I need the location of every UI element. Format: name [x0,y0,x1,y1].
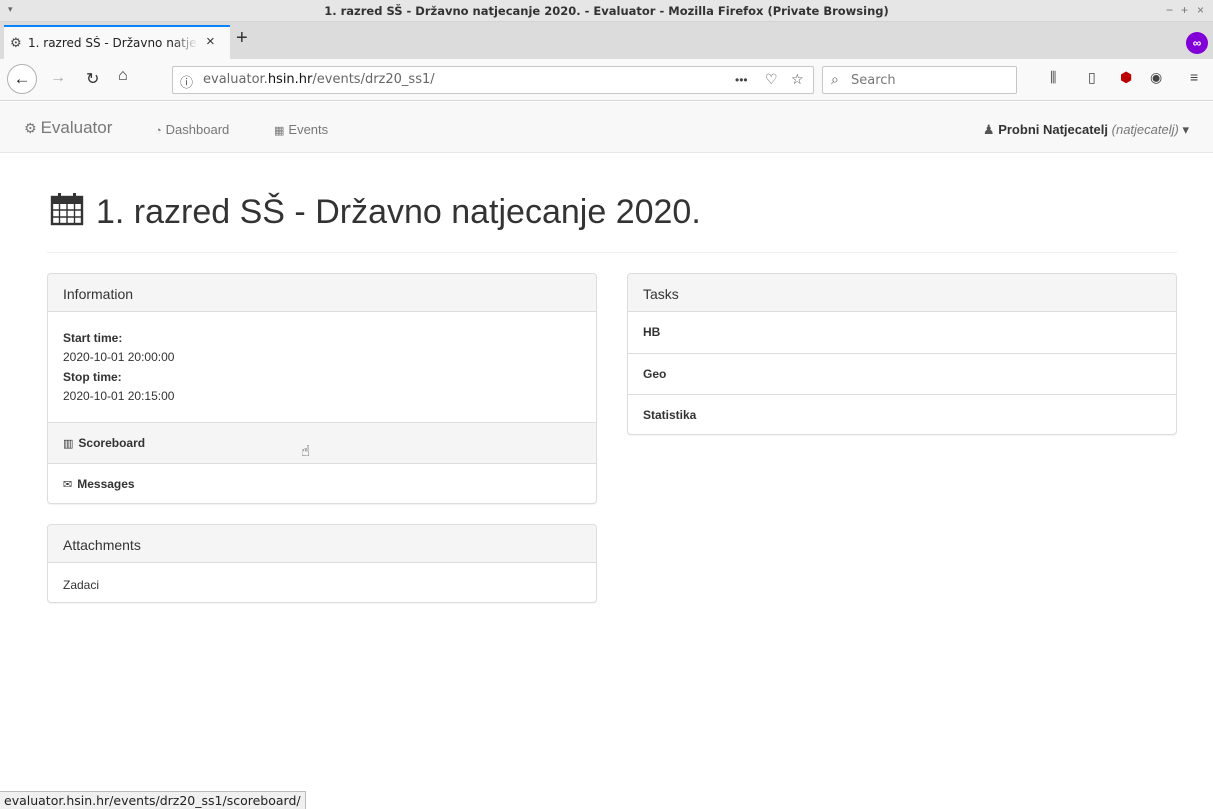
info-icon[interactable]: ⓘ [180,72,193,91]
tasks-panel: Tasks HB Geo Statistika [627,273,1177,435]
close-window-button[interactable]: × [1197,3,1204,17]
reload-button[interactable]: ↻ [86,69,99,89]
bookmark-star-icon[interactable]: ☆ [791,71,804,88]
nav-events[interactable]: ▦ Events [274,122,328,137]
forward-button[interactable]: → [50,69,66,87]
extension-icon[interactable]: ◉ [1150,69,1162,86]
app-navbar: ⚙ Evaluator ◔ Dashboard ▦ Events ♟ Probni N… [0,102,1213,153]
close-tab-button[interactable]: × [206,33,215,50]
page-title: 1. razred SŠ - Državno natjecanje 2020. [50,192,701,235]
envelope-icon: ✉ [63,479,73,491]
start-time-value: 2020-10-01 20:00:00 [63,350,175,364]
maximize-button[interactable]: + [1181,3,1188,17]
task-item-statistika[interactable]: Statistika [628,394,1176,434]
window-title: 1. razred SŠ - Državno natjecanje 2020. … [324,4,889,18]
user-icon: ♟ [982,122,995,137]
tab-active[interactable]: ⚙ 1. razred SŠ - Državno natjecanje 2020… [4,25,230,59]
cogs-icon: ⚙ [24,120,37,136]
link-status-bar: evaluator.hsin.hr/events/drz20_ss1/score… [0,791,306,809]
brand-link[interactable]: ⚙ Evaluator [24,118,112,138]
nav-dashboard[interactable]: ◔ Dashboard [155,122,229,137]
ublock-icon[interactable]: ⬢ [1120,69,1132,86]
hamburger-menu-icon[interactable]: ≡ [1190,69,1198,85]
task-item-hb[interactable]: HB [628,312,1176,353]
new-tab-button[interactable]: + [236,28,248,48]
cogs-icon: ⚙ [10,35,22,50]
title-divider [47,252,1177,253]
stop-time-label: Stop time: [63,370,122,384]
messages-link[interactable]: ✉ Messages [48,463,596,503]
calendar-icon [50,192,84,235]
stop-time-value: 2020-10-01 20:15:00 [63,389,175,403]
calendar-icon: ▦ [274,125,285,137]
panel-heading: Information [48,274,596,312]
window-titlebar: ▾ 1. razred SŠ - Državno natjecanje 2020… [0,0,1213,22]
panel-heading: Tasks [628,274,1176,312]
attachments-panel: Attachments Zadaci [47,524,597,603]
home-button[interactable]: ⌂ [118,67,128,85]
pocket-icon[interactable]: ♡ [765,71,778,88]
tab-title: 1. razred SŠ - Državno natjecanje 2020. [28,36,198,50]
panel-heading: Attachments [48,525,596,563]
sidebar-icon[interactable]: ▯ [1088,69,1096,86]
back-button[interactable]: ← [7,64,37,94]
scoreboard-link[interactable]: ▥ Scoreboard [48,422,596,463]
page-actions-icon[interactable]: ••• [735,73,748,87]
library-icon[interactable]: ⫼ [1050,69,1056,86]
url-text[interactable]: evaluator.hsin.hr/events/drz20_ss1/ [203,72,435,87]
bar-chart-icon: ▥ [63,438,74,450]
task-item-geo[interactable]: Geo [628,353,1176,394]
url-bar[interactable]: ⓘ evaluator.hsin.hr/events/drz20_ss1/ ••… [172,66,814,94]
minimize-button[interactable]: − [1166,3,1173,17]
hand-cursor-icon: ☝ [301,443,311,460]
tab-strip: ⚙ 1. razred SŠ - Državno natjecanje 2020… [0,22,1213,59]
user-menu[interactable]: ♟ Probni Natjecatelj (natjecatelj) ▾ [983,122,1189,138]
dashboard-icon: ◔ [155,125,162,137]
information-panel: Information Start time: 2020-10-01 20:00… [47,273,597,504]
search-icon: ⌕ [831,71,839,87]
start-time-label: Start time: [63,331,123,345]
caret-down-icon: ▾ [1182,122,1189,137]
search-input[interactable] [851,71,1011,89]
private-browsing-icon: ∞ [1186,32,1208,54]
attachment-item[interactable]: Zadaci [48,563,596,602]
search-bar[interactable]: ⌕ [822,66,1017,94]
